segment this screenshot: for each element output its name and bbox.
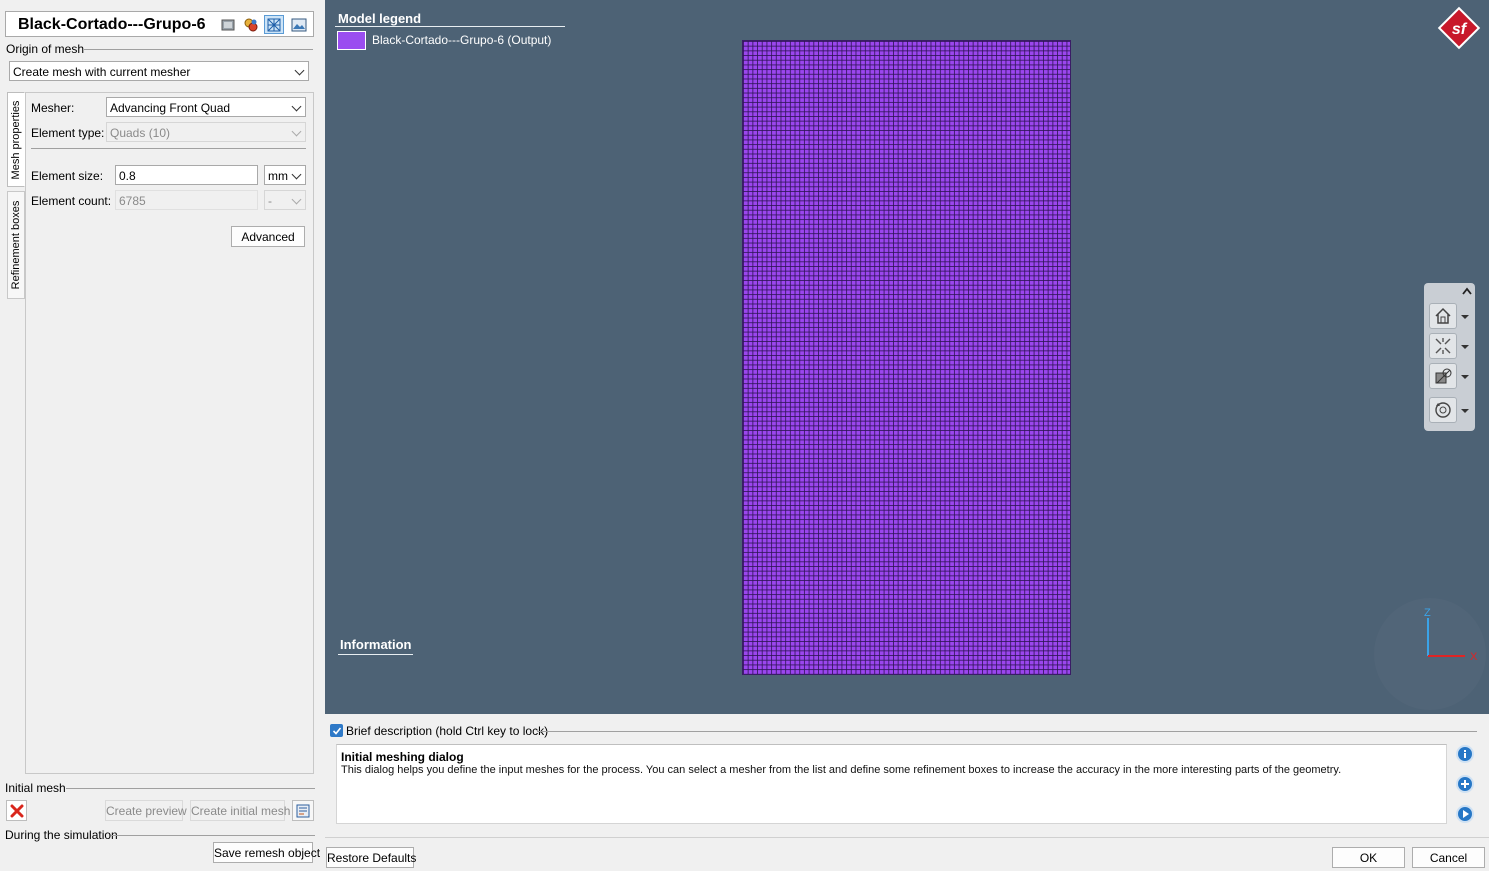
render-mode-icon bbox=[1435, 368, 1452, 384]
mesher-select[interactable]: Advancing Front Quad bbox=[106, 97, 306, 117]
description-title: Initial meshing dialog bbox=[341, 750, 464, 764]
rotate-view-button[interactable] bbox=[1429, 397, 1457, 423]
element-size-input[interactable]: 0.8 bbox=[115, 165, 258, 185]
collapse-toolbox-icon[interactable] bbox=[1462, 287, 1472, 295]
z-axis-label: Z bbox=[1424, 607, 1431, 619]
check-icon bbox=[332, 726, 341, 735]
description-box: Initial meshing dialog This dialog helps… bbox=[336, 744, 1447, 824]
rotate-view-icon bbox=[1435, 402, 1451, 418]
origin-separator bbox=[84, 49, 313, 50]
help-info-button[interactable] bbox=[1456, 745, 1474, 763]
model-legend-title: Model legend bbox=[338, 11, 422, 26]
plus-icon bbox=[1461, 780, 1469, 788]
save-remesh-object-button[interactable]: Save remesh object bbox=[213, 842, 320, 863]
brief-description-label: Brief description (hold Ctrl key to lock… bbox=[346, 724, 549, 738]
play-help-button[interactable] bbox=[1456, 805, 1474, 823]
element-count-input: 6785 bbox=[115, 190, 258, 210]
close-icon bbox=[10, 804, 23, 817]
element-size-label: Element size: bbox=[31, 169, 104, 183]
brief-description-checkbox[interactable] bbox=[330, 724, 343, 737]
expand-help-button[interactable] bbox=[1456, 775, 1474, 793]
object-title: Black-Cortado---Grupo-6 bbox=[18, 16, 206, 33]
initial-mesh-separator bbox=[66, 788, 315, 789]
play-icon bbox=[1463, 810, 1469, 818]
x-axis-label: X bbox=[1470, 651, 1478, 663]
logo-text: sf bbox=[1452, 21, 1468, 38]
3d-viewport[interactable]: Model legend Black-Cortado---Grupo-6 (Ou… bbox=[325, 0, 1489, 714]
element-type-value: Quads (10) bbox=[110, 126, 171, 140]
footer-separator bbox=[325, 837, 1489, 838]
element-count-label: Element count: bbox=[31, 194, 112, 208]
origin-of-mesh-select[interactable]: Create mesh with current mesher bbox=[9, 61, 309, 81]
restore-defaults-button[interactable]: Restore Defaults bbox=[326, 847, 416, 868]
rotate-view-dropdown-icon[interactable] bbox=[1461, 409, 1469, 413]
information-title: Information bbox=[340, 637, 412, 652]
home-icon bbox=[1435, 307, 1451, 324]
element-count-value: 6785 bbox=[119, 194, 146, 208]
tab-refinement-boxes-label: Refinement boxes bbox=[10, 200, 22, 290]
description-body: This dialog helps you define the input m… bbox=[341, 764, 1342, 776]
mesh-settings-panel: Black-Cortado---Grupo-6 Origin of mesh C… bbox=[0, 0, 320, 871]
legend-color-swatch bbox=[337, 31, 366, 50]
tab-mesh-properties-label: Mesh properties bbox=[10, 100, 22, 179]
element-count-unit-select: - bbox=[264, 190, 306, 210]
home-view-button[interactable] bbox=[1429, 303, 1457, 329]
chevron-down-icon bbox=[294, 65, 305, 76]
during-simulation-label: During the simulation bbox=[5, 828, 118, 842]
simulation-separator bbox=[111, 835, 315, 836]
advanced-button[interactable]: Advanced bbox=[231, 226, 305, 247]
element-size-unit-select[interactable]: mm bbox=[264, 165, 306, 185]
axis-triad: Z X bbox=[1374, 598, 1486, 710]
chevron-down-icon bbox=[291, 101, 302, 112]
fit-to-view-icon bbox=[1435, 338, 1451, 354]
element-type-select: Quads (10) bbox=[106, 122, 306, 142]
mesh-props-separator bbox=[31, 148, 306, 149]
mesh-geometry[interactable] bbox=[742, 40, 1071, 675]
element-size-unit: mm bbox=[268, 169, 288, 183]
tab-mesh-properties[interactable]: Mesh properties bbox=[7, 92, 25, 187]
element-type-label: Element type: bbox=[31, 126, 105, 140]
tab-refinement-boxes[interactable]: Refinement boxes bbox=[7, 191, 25, 299]
object-title-bar: Black-Cortado---Grupo-6 bbox=[5, 11, 314, 37]
origin-of-mesh-label: Origin of mesh bbox=[6, 42, 85, 56]
render-mode-dropdown-icon[interactable] bbox=[1461, 375, 1469, 379]
create-preview-button[interactable]: Create preview bbox=[105, 800, 187, 821]
chevron-down-icon bbox=[291, 169, 302, 180]
chevron-down-icon bbox=[291, 194, 302, 205]
mesh-report-button[interactable] bbox=[292, 800, 314, 821]
legend-underline bbox=[335, 26, 565, 27]
description-panel: Brief description (hold Ctrl key to lock… bbox=[325, 714, 1489, 871]
chevron-down-icon bbox=[291, 126, 302, 137]
ok-button[interactable]: OK bbox=[1332, 847, 1405, 868]
mesher-value: Advancing Front Quad bbox=[110, 101, 231, 115]
mesher-label: Mesher: bbox=[31, 101, 75, 115]
fit-view-dropdown-icon[interactable] bbox=[1461, 345, 1469, 349]
materials-icon[interactable] bbox=[241, 15, 261, 34]
home-view-dropdown-icon[interactable] bbox=[1461, 315, 1469, 319]
render-mode-button[interactable] bbox=[1429, 363, 1457, 389]
legend-item-label: Black-Cortado---Grupo-6 (Output) bbox=[372, 33, 552, 47]
delete-mesh-button[interactable] bbox=[6, 800, 27, 821]
simufact-logo: sf bbox=[1437, 6, 1481, 50]
element-size-value: 0.8 bbox=[119, 169, 136, 183]
initial-mesh-label: Initial mesh bbox=[5, 781, 66, 795]
fit-view-button[interactable] bbox=[1429, 333, 1457, 359]
image-view-icon[interactable] bbox=[289, 15, 309, 34]
mesh-icon[interactable] bbox=[264, 15, 284, 34]
cancel-button[interactable]: Cancel bbox=[1412, 847, 1485, 868]
view-toolbox bbox=[1424, 283, 1475, 431]
create-initial-mesh-button[interactable]: Create initial mesh bbox=[190, 800, 290, 821]
origin-of-mesh-value: Create mesh with current mesher bbox=[13, 65, 191, 79]
object-view-icon[interactable] bbox=[218, 15, 238, 34]
report-icon bbox=[296, 804, 310, 817]
element-count-unit: - bbox=[268, 194, 272, 208]
description-separator bbox=[537, 731, 1477, 732]
info-icon bbox=[1464, 750, 1466, 758]
information-underline bbox=[338, 654, 413, 655]
